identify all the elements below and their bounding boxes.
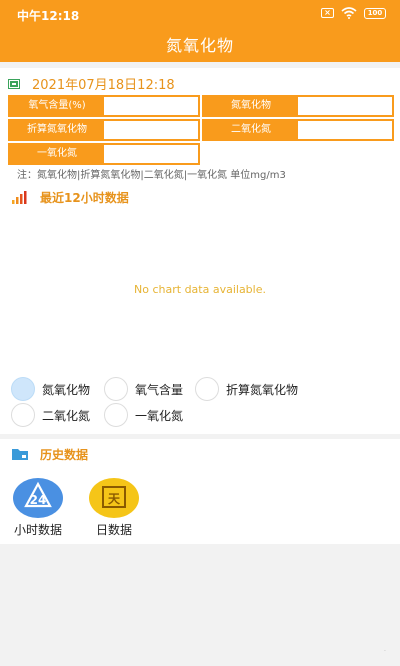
field-value: [104, 121, 198, 139]
hourly-icon-text: 24: [30, 493, 47, 507]
status-bar: 中午12:18 × 100: [0, 0, 400, 28]
field-label: 一氧化氮: [10, 145, 104, 163]
app-header: 中午12:18 × 100 氮氧化物: [0, 0, 400, 62]
radio-circle[interactable]: [195, 377, 219, 401]
radio-nox[interactable]: 氮氧化物: [11, 377, 90, 401]
field-converted-nox: 折算氮氧化物: [8, 119, 200, 141]
field-value: [298, 121, 392, 139]
recent-section-header: 最近12小时数据: [0, 182, 400, 212]
field-nox: 氮氧化物: [202, 95, 394, 117]
recent-section-title: 最近12小时数据: [40, 191, 129, 205]
daily-icon-text: 天: [108, 492, 121, 506]
field-label: 氮氧化物: [204, 97, 298, 115]
field-label: 二氧化氮: [204, 121, 298, 139]
calendar-day-icon: 天: [102, 486, 126, 508]
field-no2: 二氧化氮: [202, 119, 394, 141]
reading-datetime: 2021年07月18日12:18: [32, 78, 175, 93]
field-oxygen: 氧气含量(%): [8, 95, 200, 117]
radio-circle[interactable]: [11, 403, 35, 427]
hourly-icon[interactable]: 24: [13, 478, 63, 518]
field-value: [104, 97, 198, 115]
history-tiles: 24 小时数据 天 日数据: [0, 468, 400, 544]
monitor-icon: [8, 78, 20, 89]
status-time: 中午12:18: [17, 9, 80, 23]
hourly-data-label: 小时数据: [13, 523, 62, 537]
battery-icon: 100: [364, 7, 386, 19]
radio-label: 折算氮氧化物: [226, 382, 299, 397]
radio-converted-nox[interactable]: 折算氮氧化物: [195, 377, 298, 401]
radio-label: 氧气含量: [135, 382, 184, 397]
corner-dot: ·: [384, 648, 386, 655]
field-label: 氧气含量(%): [10, 97, 104, 115]
radio-label: 一氧化氮: [135, 408, 184, 423]
history-section-title: 历史数据: [40, 448, 89, 462]
radio-circle[interactable]: [104, 377, 128, 401]
radio-label: 二氧化氮: [42, 408, 91, 423]
recent-chart[interactable]: No chart data available.: [0, 212, 400, 372]
radio-oxygen[interactable]: 氧气含量: [104, 377, 183, 401]
field-label: 折算氮氧化物: [10, 121, 104, 139]
series-selector: 氮氧化物 氧气含量 折算氮氧化物 二氧化氮 一氧化氮: [0, 372, 400, 434]
unit-note: 注：氮氧化物|折算氮氧化物|二氧化氮|一氧化氮 单位mg/m3: [17, 170, 286, 181]
daily-data-button[interactable]: 天 日数据: [84, 478, 144, 538]
field-value: [298, 97, 392, 115]
radio-label: 氮氧化物: [42, 382, 91, 397]
recycle-24-icon: 24: [24, 481, 52, 508]
status-icons: × 100: [321, 7, 386, 19]
radio-no2[interactable]: 二氧化氮: [11, 403, 90, 427]
daily-data-label: 日数据: [95, 523, 132, 537]
reading-card: 2021年07月18日12:18 氧气含量(%) 氮氧化物 折算氮氧化物 二氧化…: [0, 68, 400, 183]
page-title: 氮氧化物: [165, 36, 234, 55]
notification-x-icon: ×: [321, 8, 334, 18]
folder-icon: [12, 449, 28, 460]
daily-icon[interactable]: 天: [89, 478, 139, 518]
wifi-icon: [341, 7, 357, 19]
radio-no[interactable]: 一氧化氮: [104, 403, 183, 427]
field-no: 一氧化氮: [8, 143, 200, 165]
no-chart-data-message: No chart data available.: [134, 283, 266, 296]
history-section-header: 历史数据: [0, 439, 400, 469]
datetime-row: 2021年07月18日12:18: [8, 74, 175, 93]
bar-chart-icon: [12, 191, 27, 204]
hourly-data-button[interactable]: 24 小时数据: [8, 478, 68, 538]
radio-circle[interactable]: [11, 377, 35, 401]
radio-circle[interactable]: [104, 403, 128, 427]
field-value: [104, 145, 198, 163]
